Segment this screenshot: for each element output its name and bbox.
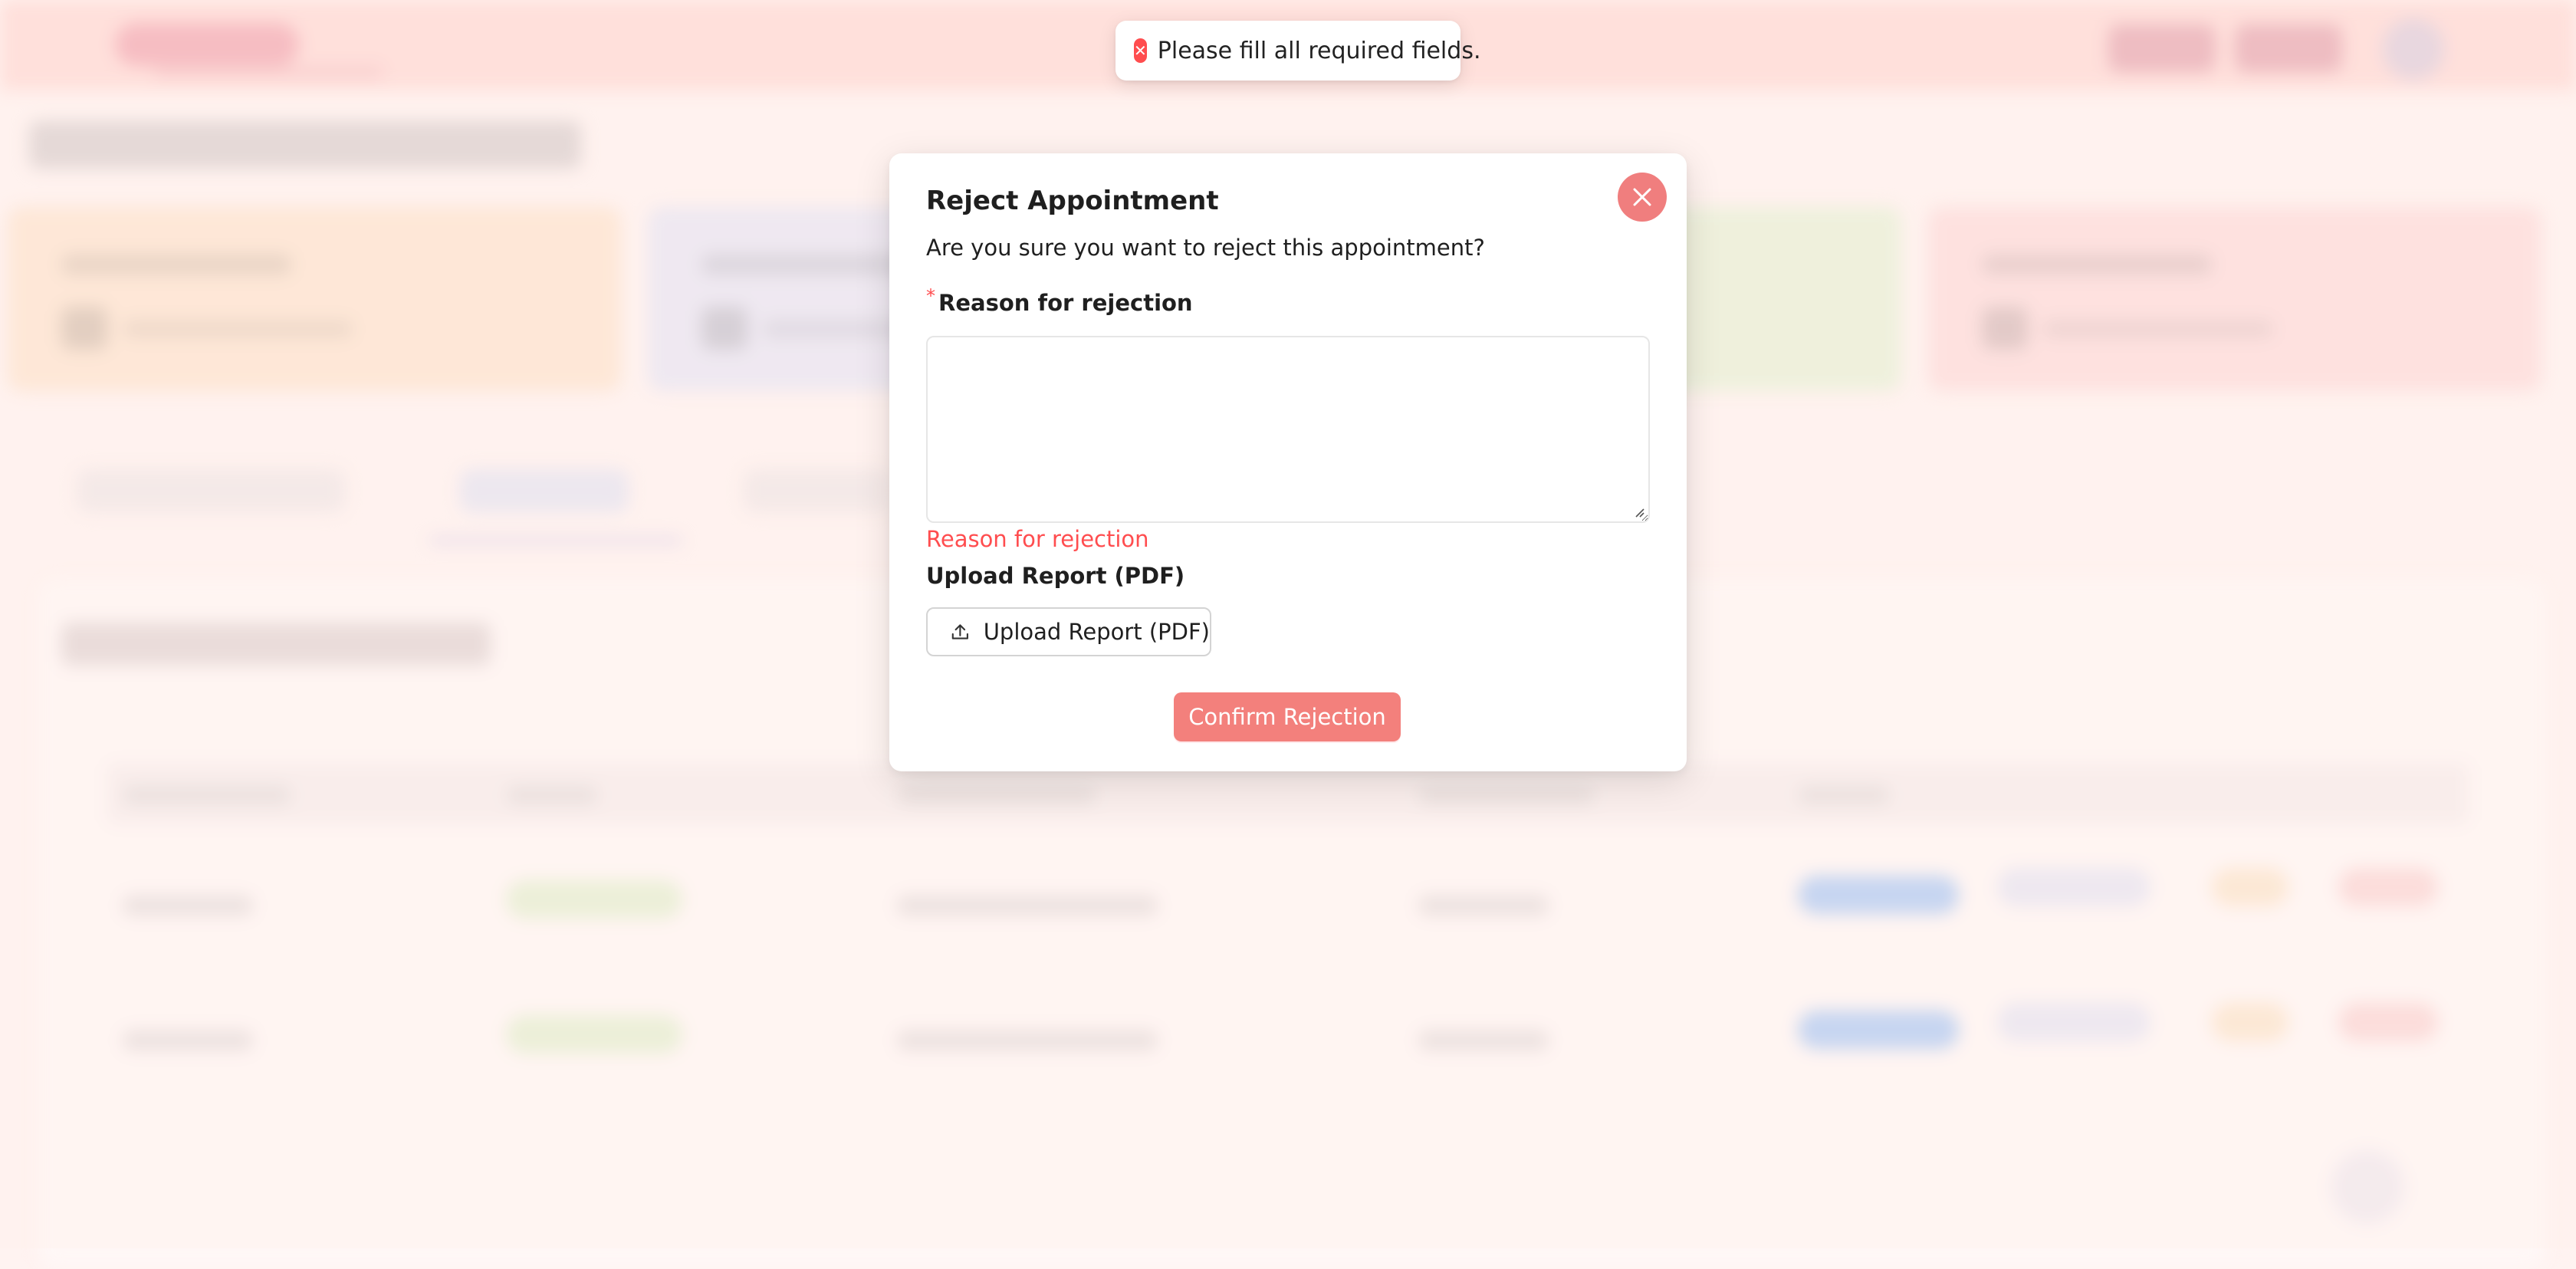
upload-button-label: Upload Report (PDF) — [983, 619, 1210, 645]
upload-report-button[interactable]: Upload Report (PDF) — [926, 607, 1211, 656]
reason-error-message: Reason for rejection — [926, 526, 1149, 552]
error-toast: ✕ Please fill all required fields. — [1116, 21, 1480, 81]
toast-message: Please fill all required fields. — [1157, 37, 1481, 64]
reason-textarea[interactable] — [926, 336, 1650, 523]
close-button[interactable] — [1618, 173, 1667, 222]
reason-label: Reason for rejection — [938, 290, 1193, 316]
reject-appointment-modal: Reject Appointment Are you sure you want… — [889, 153, 1687, 771]
confirm-rejection-button[interactable]: Confirm Rejection — [1174, 692, 1401, 741]
modal-description: Are you sure you want to reject this app… — [926, 235, 1485, 261]
required-marker: * — [926, 285, 935, 307]
upload-icon — [951, 624, 968, 639]
close-icon — [1633, 188, 1651, 206]
modal-title: Reject Appointment — [926, 186, 1219, 216]
error-circle-icon: ✕ — [1134, 38, 1147, 63]
resize-handle-icon[interactable] — [1631, 505, 1645, 518]
upload-label: Upload Report (PDF) — [926, 563, 1185, 589]
